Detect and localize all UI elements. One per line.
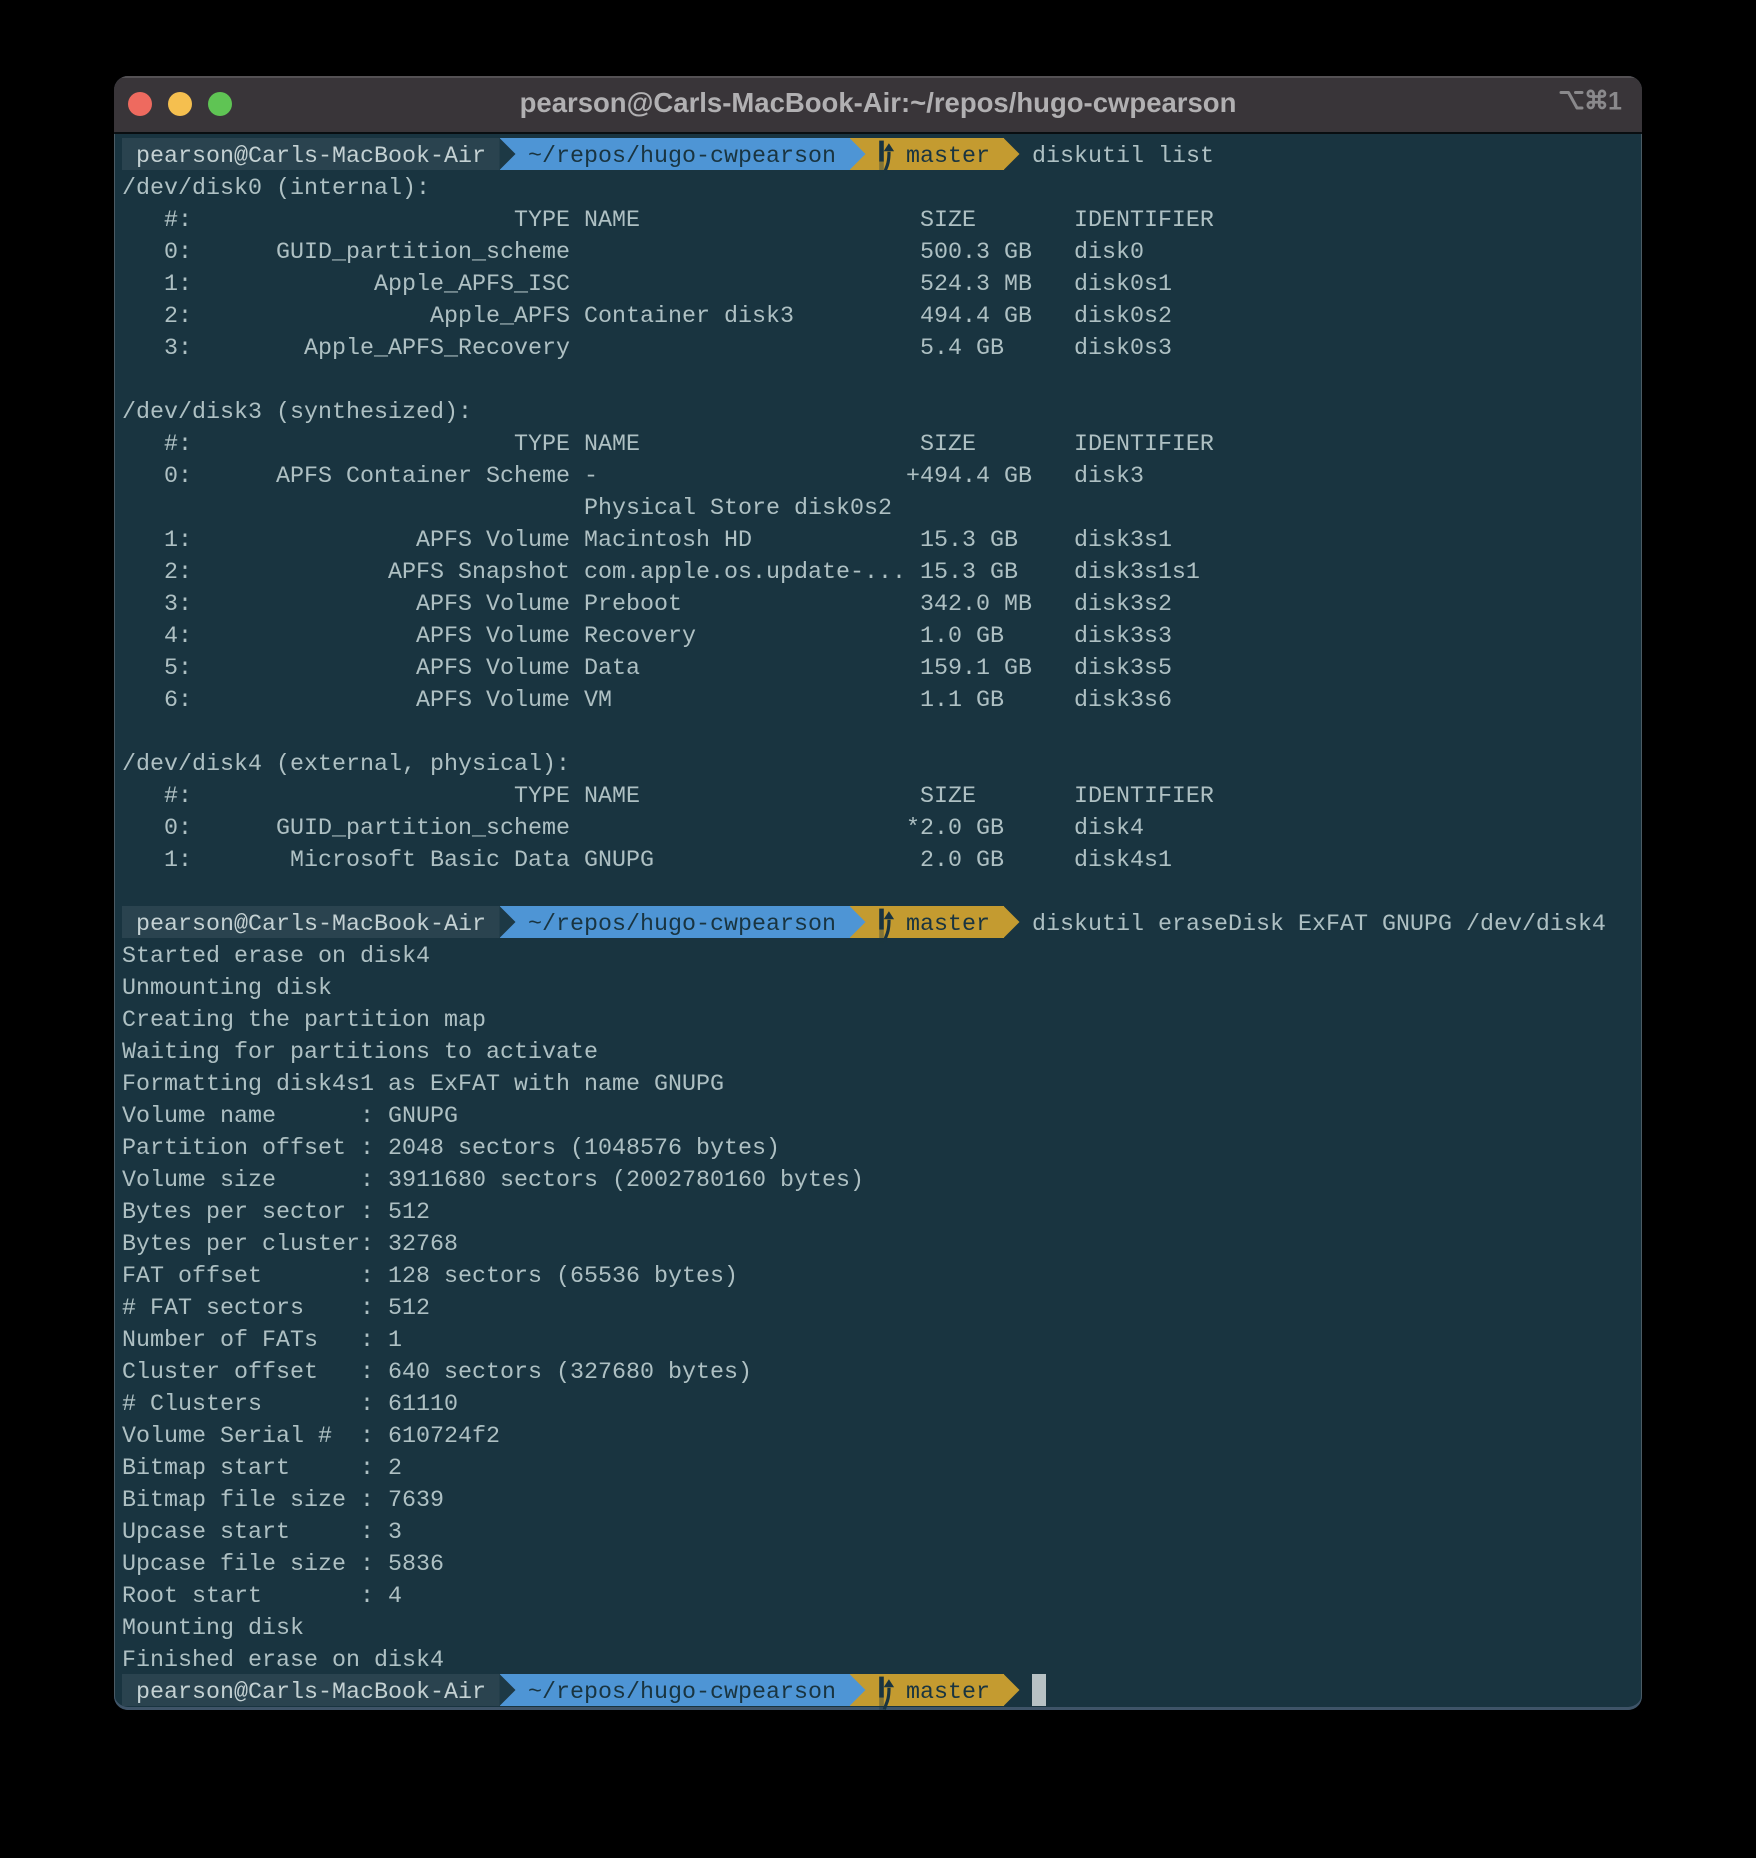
svg-text:1: 1 [1608, 88, 1622, 114]
